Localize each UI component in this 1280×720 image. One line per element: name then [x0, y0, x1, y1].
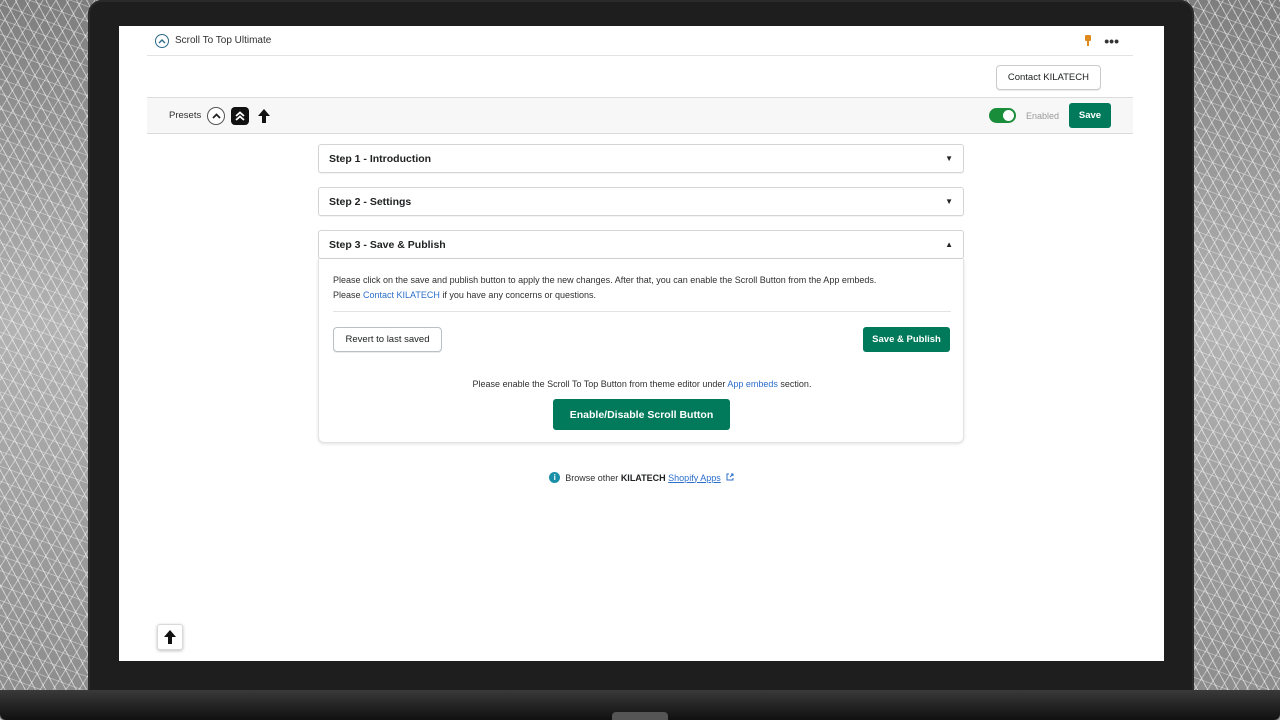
app-header: Scroll To Top Ultimate •••	[147, 26, 1133, 56]
caret-down-icon: ▼	[945, 154, 953, 163]
contact-row: Contact KILATECH	[147, 56, 1133, 98]
save-button[interactable]: Save	[1069, 103, 1111, 128]
step-3-header[interactable]: Step 3 - Save & Publish ▲	[318, 230, 964, 259]
enabled-label: Enabled	[1025, 110, 1059, 121]
enabled-toggle[interactable]	[988, 108, 1016, 123]
footer-note: i Browse other KILATECH Shopify Apps	[119, 472, 1164, 483]
app-embeds-link[interactable]: App embeds	[727, 379, 778, 389]
step-1-header[interactable]: Step 1 - Introduction ▼	[318, 144, 964, 173]
contact-kilatech-link[interactable]: Contact KILATECH	[363, 290, 440, 300]
arrow-up-icon	[164, 630, 176, 644]
description-line-1: Please click on the save and publish but…	[333, 275, 877, 285]
more-actions-icon[interactable]: •••	[1104, 34, 1119, 48]
toolbar-actions: Enabled Save	[988, 103, 1111, 128]
footer-text: Browse other KILATECH Shopify Apps	[565, 473, 720, 483]
step-3-panel: Please click on the save and publish but…	[318, 259, 964, 443]
step-3-label: Step 3 - Save & Publish	[329, 238, 446, 251]
embed-note-text: section.	[777, 379, 812, 389]
embed-note-text: Please enable the Scroll To Top Button f…	[472, 379, 728, 389]
header-actions: •••	[1084, 34, 1119, 48]
description-text: Please	[333, 290, 364, 300]
shopify-apps-link[interactable]: Shopify Apps	[668, 473, 721, 483]
footer-prefix: Browse other	[565, 472, 621, 483]
revert-button[interactable]: Revert to last saved	[333, 327, 442, 352]
laptop-notch	[612, 712, 668, 720]
description-line-2: Please Contact KILATECH if you have any …	[333, 288, 953, 303]
presets-label: Presets	[169, 110, 202, 121]
scroll-to-top-button[interactable]	[157, 624, 183, 650]
circle-chevron-up-icon[interactable]	[207, 106, 226, 125]
app-screen: Scroll To Top Ultimate ••• Contact KILAT…	[119, 26, 1164, 661]
arrow-up-icon[interactable]	[255, 107, 273, 125]
divider	[333, 311, 951, 312]
external-link-icon[interactable]	[726, 473, 734, 483]
step-1-label: Step 1 - Introduction	[329, 152, 432, 165]
caret-up-icon: ▲	[945, 240, 953, 249]
contact-kilatech-button[interactable]: Contact KILATECH	[995, 65, 1101, 90]
step-2-label: Step 2 - Settings	[329, 195, 412, 208]
caret-down-icon: ▼	[945, 197, 953, 206]
step-2-header[interactable]: Step 2 - Settings ▼	[318, 187, 964, 216]
app-title: Scroll To Top Ultimate	[175, 35, 272, 46]
pin-icon[interactable]	[1084, 35, 1092, 46]
app-logo-icon	[155, 33, 169, 48]
step-3-description: Please click on the save and publish but…	[333, 273, 953, 303]
app-embeds-note: Please enable the Scroll To Top Button f…	[319, 379, 965, 389]
save-publish-button[interactable]: Save & Publish	[863, 327, 950, 352]
info-icon: i	[549, 472, 561, 483]
description-text: if you have any concerns or questions.	[439, 290, 596, 300]
enable-disable-scroll-button[interactable]: Enable/Disable Scroll Button	[553, 399, 730, 430]
footer-brand: KILATECH	[620, 472, 666, 483]
presets-toolbar: Presets Enabled Save	[147, 98, 1133, 134]
square-double-chevron-up-icon[interactable]	[231, 106, 250, 125]
